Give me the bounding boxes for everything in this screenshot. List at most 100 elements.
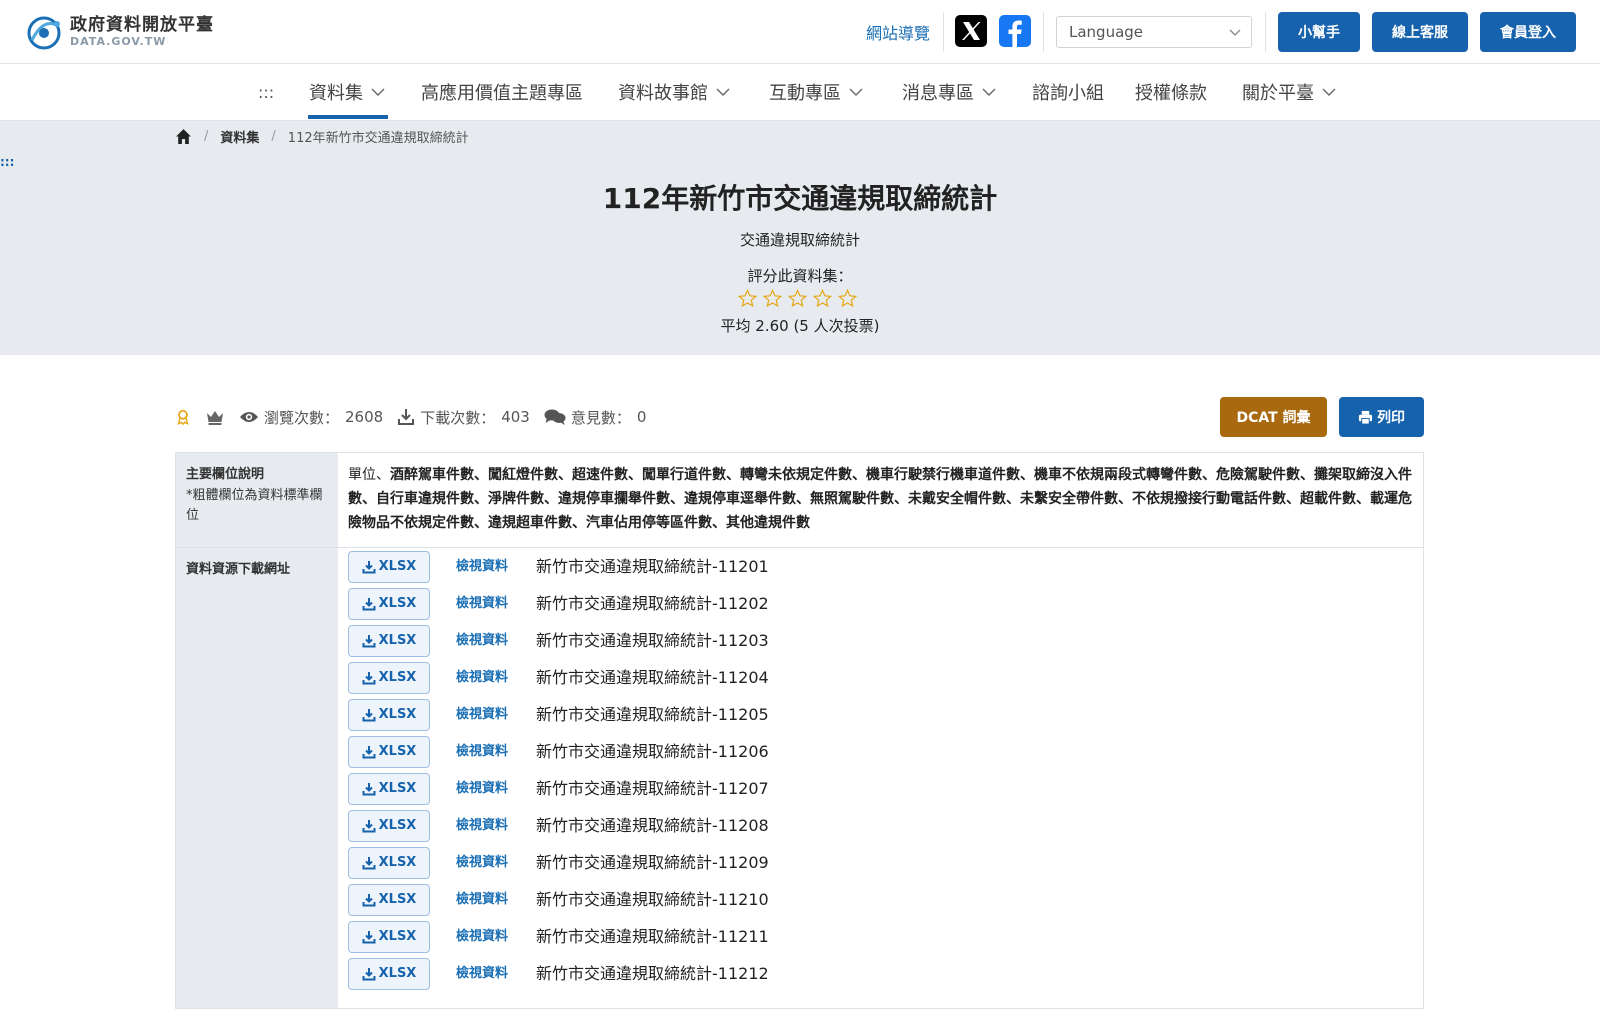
resource-name: 新竹市交通違規取締統計-11208 (536, 815, 769, 835)
xlsx-download-button[interactable]: XLSX (348, 772, 430, 805)
download-icon (362, 893, 376, 906)
nav-item-interactive[interactable]: 互動專區 (769, 78, 863, 106)
xlsx-download-button[interactable]: XLSX (348, 624, 430, 657)
chevron-down-icon (1322, 88, 1336, 96)
printer-icon (1358, 410, 1373, 425)
resource-item: XLSX 檢視資料 新竹市交通違規取締統計-11212 (348, 955, 1413, 992)
view-data-link[interactable]: 檢視資料 (456, 703, 536, 727)
star-icon[interactable] (813, 289, 832, 308)
view-data-link[interactable]: 檢視資料 (456, 962, 536, 986)
resource-item: XLSX 檢視資料 新竹市交通違規取締統計-11210 (348, 881, 1413, 918)
format-label: XLSX (378, 595, 417, 611)
resource-list: XLSX 檢視資料 新竹市交通違規取締統計-11201 XLSX 檢視資料 新竹市交通違規… (338, 548, 1423, 1008)
download-icon (398, 409, 415, 425)
skip-to-nav-link[interactable]: ::: (258, 78, 274, 106)
view-data-link[interactable]: 檢視資料 (456, 740, 536, 764)
xlsx-download-button[interactable]: XLSX (348, 587, 430, 620)
view-data-link[interactable]: 檢視資料 (456, 777, 536, 801)
nav-item-label: 關於平臺 (1242, 83, 1314, 104)
member-login-button[interactable]: 會員登入 (1480, 12, 1576, 52)
fields-description: 單位、酒醉駕車件數、闖紅燈件數、超速件數、闖單行道件數、轉彎未依規定件數、機車行… (338, 453, 1423, 547)
star-icon[interactable] (838, 289, 857, 308)
xlsx-download-button[interactable]: XLSX (348, 809, 430, 842)
resource-name: 新竹市交通違規取締統計-11212 (536, 963, 769, 983)
divider (943, 12, 944, 52)
dcat-vocabulary-button[interactable]: DCAT 詞彙 (1220, 397, 1327, 437)
nav-item-data-stories[interactable]: 資料故事館 (618, 78, 730, 106)
views-count: 瀏覽次數： 2608 (239, 407, 383, 428)
view-data-link[interactable]: 檢視資料 (456, 925, 536, 949)
resource-name: 新竹市交通違規取締統計-11201 (536, 556, 769, 576)
online-service-button[interactable]: 線上客服 (1372, 12, 1468, 52)
view-data-link[interactable]: 檢視資料 (456, 888, 536, 912)
resource-name: 新竹市交通違規取締統計-11209 (536, 852, 769, 872)
xlsx-download-button[interactable]: XLSX (348, 883, 430, 916)
view-data-link[interactable]: 檢視資料 (456, 592, 536, 616)
chevron-down-icon (371, 88, 385, 96)
view-data-link[interactable]: 檢視資料 (456, 814, 536, 838)
facebook-icon[interactable] (999, 15, 1031, 47)
download-icon (362, 634, 376, 647)
download-icon (362, 819, 376, 832)
resource-name: 新竹市交通違規取締統計-11205 (536, 704, 769, 724)
downloads-count: 下載次數： 403 (397, 407, 530, 428)
nav-item-advisory[interactable]: 諮詢小組 (1032, 78, 1104, 106)
format-label: XLSX (378, 965, 417, 981)
nav-item-label: 高應用價值主題專區 (421, 83, 583, 104)
star-icon[interactable] (788, 289, 807, 308)
resource-item: XLSX 檢視資料 新竹市交通違規取締統計-11206 (348, 733, 1413, 770)
xlsx-download-button[interactable]: XLSX (348, 550, 430, 583)
comments-label: 意見數： (570, 408, 631, 427)
breadcrumb-separator: / (271, 129, 276, 144)
xlsx-download-button[interactable]: XLSX (348, 957, 430, 990)
format-label: XLSX (378, 669, 417, 685)
resource-name: 新竹市交通違規取締統計-11202 (536, 593, 769, 613)
print-button[interactable]: 列印 (1339, 397, 1424, 437)
nav-item-datasets[interactable]: 資料集 (309, 78, 385, 106)
format-label: XLSX (378, 632, 417, 648)
skip-anchor[interactable]: ::: (0, 155, 14, 169)
breadcrumb-datasets[interactable]: 資料集 (220, 127, 259, 146)
site-logo[interactable]: 政府資料開放平臺 DATA.GOV.TW (24, 12, 214, 52)
sitemap-link[interactable]: 網站導覽 (866, 20, 930, 44)
xlsx-download-button[interactable]: XLSX (348, 846, 430, 879)
x-icon[interactable] (955, 15, 987, 47)
rating-average: 平均 2.60 (5 人次投票) (720, 317, 880, 335)
home-icon[interactable] (175, 128, 192, 145)
view-data-link[interactable]: 檢視資料 (456, 555, 536, 579)
resource-item: XLSX 檢視資料 新竹市交通違規取締統計-11209 (348, 844, 1413, 881)
fields-plain: 單位、 (348, 467, 390, 483)
download-icon (362, 930, 376, 943)
breadcrumb-separator: / (204, 129, 209, 144)
page-subtitle: 交通違規取締統計 (739, 231, 860, 249)
rating-stars (738, 289, 857, 308)
nav-item-label: 授權條款 (1135, 83, 1207, 104)
star-icon[interactable] (738, 289, 757, 308)
xlsx-download-button[interactable]: XLSX (348, 698, 430, 731)
view-data-link[interactable]: 檢視資料 (456, 666, 536, 690)
download-icon (362, 597, 376, 610)
nav-item-about[interactable]: 關於平臺 (1242, 78, 1336, 106)
star-icon[interactable] (763, 289, 782, 308)
xlsx-download-button[interactable]: XLSX (348, 735, 430, 768)
nav-item-news[interactable]: 消息專區 (902, 78, 996, 106)
resource-item: XLSX 檢視資料 新竹市交通違規取締統計-11201 (348, 548, 1413, 585)
view-data-link[interactable]: 檢視資料 (456, 629, 536, 653)
resources-heading: 資料資源下載網址 (186, 562, 291, 577)
view-data-link[interactable]: 檢視資料 (456, 851, 536, 875)
breadcrumb-current: 112年新竹市交通違規取締統計 (287, 131, 469, 146)
xlsx-download-button[interactable]: XLSX (348, 920, 430, 953)
helper-button[interactable]: 小幫手 (1278, 12, 1360, 52)
fields-head-cell: 主要欄位說明 *粗體欄位為資料標準欄位 (176, 453, 338, 547)
fields-row: 主要欄位說明 *粗體欄位為資料標準欄位 單位、酒醉駕車件數、闖紅燈件數、超速件數… (176, 453, 1423, 548)
format-label: XLSX (378, 780, 417, 796)
download-icon (362, 782, 376, 795)
nav-item-license[interactable]: 授權條款 (1135, 78, 1207, 106)
resource-item: XLSX 檢視資料 新竹市交通違規取締統計-11204 (348, 659, 1413, 696)
nav-item-high-value[interactable]: 高應用價值主題專區 (421, 78, 583, 106)
format-label: XLSX (378, 854, 417, 870)
xlsx-download-button[interactable]: XLSX (348, 661, 430, 694)
language-select[interactable]: Language (1056, 16, 1252, 48)
comments-count: 意見數： 0 (544, 407, 646, 428)
chevron-down-icon (982, 88, 996, 96)
